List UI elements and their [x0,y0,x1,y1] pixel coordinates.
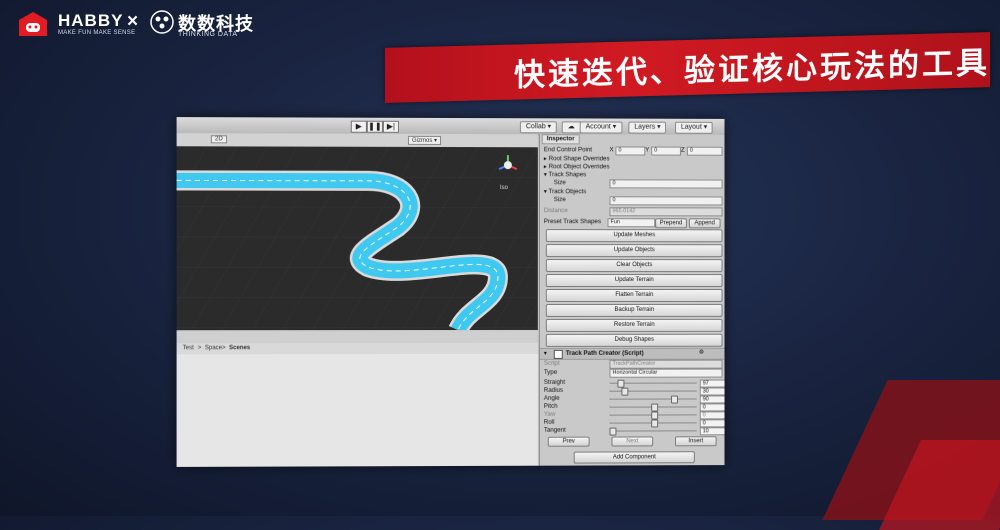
param-slider[interactable] [609,419,697,428]
end-point-y[interactable]: 0 [651,146,681,156]
add-component-button[interactable]: Add Component [573,451,695,464]
param-label: Roll [543,418,555,426]
habby-name: HABBY [58,11,124,30]
end-point-z[interactable]: 0 [686,146,723,156]
partner-separator: × [127,11,139,32]
param-slider[interactable] [609,387,697,396]
type-dropdown[interactable]: Horizontal Circular [609,368,723,378]
param-slider[interactable] [609,427,697,436]
breadcrumb-item[interactable]: Space [205,345,222,351]
project-content[interactable] [176,353,538,467]
root-shape-overrides-foldout[interactable]: ▸ Root Shape Overrides [544,155,610,163]
type-label: Type [543,368,558,376]
y-label: Y [645,146,650,154]
param-label: Radius [543,386,564,394]
tab-inspector[interactable]: Inspector [541,134,580,145]
breadcrumb-item[interactable]: Scenes [229,345,250,351]
insert-button[interactable]: Insert [674,436,717,447]
param-slider-handle[interactable] [651,403,659,412]
inspector-panel: Inspector End Control Point X 0 Y 0 Z 0 … [538,134,725,466]
script-field: TrackPathCreator [609,359,723,369]
param-label: Tangent [543,426,566,434]
preset-dropdown[interactable]: Fun [607,218,656,228]
component-title: Track Path Creator (Script) [565,349,644,357]
update-terrain-button[interactable]: Update Terrain [545,274,723,288]
param-slider-handle[interactable] [651,411,659,420]
param-value-field[interactable]: 90 [699,395,725,404]
backup-terrain-button[interactable]: Backup Terrain [545,303,723,317]
track-objects-size-field[interactable]: 0 [609,196,723,206]
gizmos-dropdown[interactable]: Gizmos ▾ [407,135,442,145]
debug-shapes-button[interactable]: Debug Shapes [545,333,723,347]
partner-tagline: THINKING DATA [178,31,238,38]
2d-toggle[interactable]: 2D [210,135,227,144]
script-label: Script [543,359,560,367]
preset-label: Preset Track Shapes [543,218,601,226]
param-label: Straight [543,378,566,386]
param-value-field[interactable]: 0 [699,419,725,428]
param-label: Angle [543,394,560,402]
param-slider[interactable] [609,411,697,420]
track-scene [176,146,538,331]
param-slider-handle[interactable] [671,395,678,404]
param-label: Pitch [543,402,558,410]
track-objects-foldout[interactable]: ▾ Track Objects [544,188,586,196]
thinking-data-logo-icon [150,10,174,34]
param-slider-handle[interactable] [651,419,659,428]
habby-logo-icon [19,12,47,36]
update-meshes-button[interactable]: Update Meshes [545,229,723,243]
param-value-field[interactable]: 30 [699,387,725,396]
param-value-field[interactable]: 10 [699,427,725,436]
clear-objects-button[interactable]: Clear Objects [545,259,723,273]
next-button[interactable]: Next [611,436,654,447]
update-objects-button[interactable]: Update Objects [545,244,723,258]
root-object-overrides-foldout[interactable]: ▸ Root Object Overrides [544,163,610,171]
scene-view[interactable]: Iso [176,146,538,331]
pause-button[interactable]: ❚❚ [366,120,383,133]
prepend-button[interactable]: Prepend [655,218,687,229]
append-button[interactable]: Append [688,218,721,229]
component-settings-icon[interactable]: ⚙ [699,349,705,356]
track-shapes-foldout[interactable]: ▾ Track Shapes [544,171,586,179]
breadcrumb-item[interactable]: Test [183,345,194,351]
layout-dropdown[interactable]: Layout ▾ [674,121,714,134]
unity-editor-window: ▶ ❚❚ ▶| Collab ▾ ☁ Account ▾ Layers ▾ La… [176,117,725,467]
habby-tagline: MAKE FUN MAKE SENSE [58,30,136,36]
param-slider-handle[interactable] [617,379,625,388]
component-header[interactable]: ▾ Track Path Creator (Script) ⚙ [539,347,725,360]
distance-label: Distance [543,207,568,215]
projection-label: Iso [499,185,508,192]
play-button[interactable]: ▶ [350,120,367,133]
z-label: Z [680,146,685,154]
track-objects-size-label: Size [553,196,566,204]
param-slider-handle[interactable] [609,427,617,436]
breadcrumb-separator: > [222,345,226,352]
param-slider[interactable] [609,395,697,404]
end-control-point-label: End Control Point [543,146,593,154]
component-foldout-icon[interactable]: ▾ [544,350,547,357]
track-shapes-size-field[interactable]: 0 [609,179,723,189]
flatten-terrain-button[interactable]: Flatten Terrain [545,289,723,302]
breadcrumb-separator: > [197,345,202,352]
param-value-field[interactable]: 97 [699,379,725,388]
collab-dropdown[interactable]: Collab ▾ [519,121,558,134]
step-button[interactable]: ▶| [382,120,399,133]
param-slider-handle[interactable] [621,387,629,396]
track-shapes-size-label: Size [553,179,566,187]
param-value-field[interactable]: 0 [699,411,725,420]
param-slider[interactable] [609,403,697,412]
param-label: Yaw [543,410,556,418]
x-label: X [609,146,614,154]
restore-terrain-button[interactable]: Restore Terrain [545,318,723,332]
param-value-field[interactable]: 0 [699,403,725,412]
account-dropdown[interactable]: Account ▾ [579,121,623,134]
end-point-x[interactable]: 0 [615,146,646,156]
param-slider[interactable] [609,379,697,388]
layers-dropdown[interactable]: Layers ▾ [628,121,667,134]
component-enable-checkbox[interactable] [553,349,563,359]
prev-button[interactable]: Prev [547,436,590,447]
distance-value: 965.0142 [609,207,723,217]
